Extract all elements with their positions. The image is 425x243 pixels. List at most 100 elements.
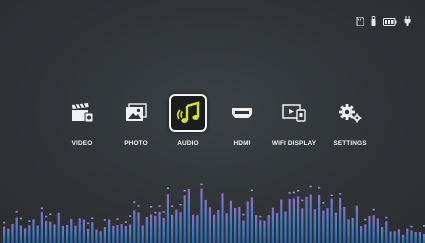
spectrum-bar <box>40 212 43 243</box>
spectrum-bar <box>196 215 199 243</box>
spectrum-peak <box>288 192 291 194</box>
audio-spectrum-visualizer <box>3 183 425 243</box>
spectrum-peak <box>40 207 43 210</box>
spectrum-peak <box>339 193 342 195</box>
spectrum-bar <box>70 218 73 243</box>
menu-item-hdmi[interactable]: HDMI <box>212 94 272 154</box>
gears-icon <box>331 94 369 132</box>
spectrum-bar <box>343 207 346 243</box>
spectrum-bar <box>103 227 106 243</box>
spectrum-bar <box>78 218 81 243</box>
spectrum-bar <box>108 219 111 243</box>
status-bar <box>356 13 411 31</box>
spectrum-peak <box>45 215 48 218</box>
spectrum-bar <box>162 217 165 243</box>
spectrum-peak <box>154 211 157 214</box>
spectrum-bar <box>225 213 228 243</box>
spectrum-bar <box>32 219 35 243</box>
spectrum-bar <box>19 225 22 243</box>
spectrum-peak <box>385 216 388 219</box>
spectrum-bar <box>330 198 333 243</box>
menu-item-settings[interactable]: SETTINGS <box>320 94 380 154</box>
menu-item-photo[interactable]: PHOTO <box>106 94 166 154</box>
spectrum-bar <box>364 224 367 243</box>
spectrum-peak <box>330 194 333 196</box>
spectrum-bar <box>313 209 316 243</box>
spectrum-peak <box>91 217 94 220</box>
spectrum-bar <box>217 210 220 243</box>
menu-item-video[interactable]: VIDEO <box>52 94 112 154</box>
spectrum-bar <box>28 225 31 243</box>
spectrum-bar <box>208 207 211 243</box>
spectrum-bar <box>414 232 417 243</box>
spectrum-bar <box>99 231 102 243</box>
spectrum-bar <box>284 211 287 243</box>
spectrum-bar <box>267 215 270 243</box>
spectrum-bar <box>385 221 388 243</box>
spectrum-bar <box>11 224 14 243</box>
spectrum-bar <box>389 231 392 243</box>
spectrum-bar <box>393 231 396 243</box>
spectrum-peak <box>87 222 90 225</box>
spectrum-peak <box>150 206 153 208</box>
spectrum-peak <box>28 220 31 222</box>
spectrum-bar <box>309 194 312 243</box>
menu-item-audio[interactable]: AUDIO <box>158 94 218 154</box>
spectrum-bar <box>347 219 350 243</box>
spectrum-bar <box>410 230 413 243</box>
spectrum-bar <box>305 196 308 243</box>
sd-card-icon <box>356 13 365 31</box>
spectrum-bar <box>187 189 190 243</box>
spectrum-bar <box>87 228 90 243</box>
spectrum-bar <box>334 212 337 243</box>
spectrum-bar <box>368 215 371 243</box>
spectrum-bar <box>15 217 18 243</box>
music-note-icon <box>169 94 207 132</box>
spectrum-peak <box>297 189 300 192</box>
spectrum-peak <box>137 205 140 207</box>
spectrum-peak <box>322 202 325 204</box>
spectrum-bar <box>154 215 157 243</box>
spectrum-peak <box>410 225 413 228</box>
battery-icon <box>383 13 397 31</box>
spectrum-bar <box>301 208 304 243</box>
media-player-home-screen: VIDEO PHOTO AUDIO HDMI WIFI DISPLAY SETT… <box>0 0 425 243</box>
menu-item-label: VIDEO <box>71 140 93 147</box>
spectrum-bar <box>74 225 77 243</box>
usb-drive-icon <box>371 13 376 31</box>
spectrum-bar <box>141 225 144 243</box>
spectrum-bar <box>124 226 127 243</box>
video-clapper-icon <box>63 94 101 132</box>
menu-item-wifi-display[interactable]: WIFI DISPLAY <box>264 94 324 154</box>
spectrum-bar <box>406 228 409 243</box>
spectrum-bar <box>372 215 375 243</box>
spectrum-peak <box>116 218 119 220</box>
spectrum-bar <box>36 225 39 243</box>
spectrum-bar <box>339 198 342 243</box>
spectrum-bar <box>402 234 405 243</box>
spectrum-peak <box>200 183 203 186</box>
spectrum-bar <box>221 193 224 243</box>
main-menu: VIDEO PHOTO AUDIO HDMI WIFI DISPLAY SETT… <box>56 94 376 164</box>
spectrum-bar <box>381 227 384 243</box>
spectrum-peak <box>162 211 165 213</box>
spectrum-bar <box>271 207 274 243</box>
spectrum-peak <box>259 215 262 218</box>
spectrum-bar <box>45 220 48 243</box>
spectrum-bar <box>49 221 52 243</box>
spectrum-bar <box>351 217 354 243</box>
spectrum-bar <box>91 222 94 243</box>
spectrum-bar <box>318 194 321 243</box>
spectrum-peak <box>49 213 52 216</box>
spectrum-bar <box>326 208 329 243</box>
spectrum-bar <box>213 214 216 243</box>
spectrum-peak <box>103 219 106 221</box>
spectrum-bar <box>66 224 69 243</box>
spectrum-bar <box>263 220 266 243</box>
spectrum-bar <box>82 219 85 243</box>
spectrum-bar <box>255 215 258 243</box>
spectrum-bar <box>116 225 119 243</box>
spectrum-bar <box>171 214 174 243</box>
menu-item-label: HDMI <box>233 140 251 147</box>
spectrum-peak <box>183 189 186 192</box>
